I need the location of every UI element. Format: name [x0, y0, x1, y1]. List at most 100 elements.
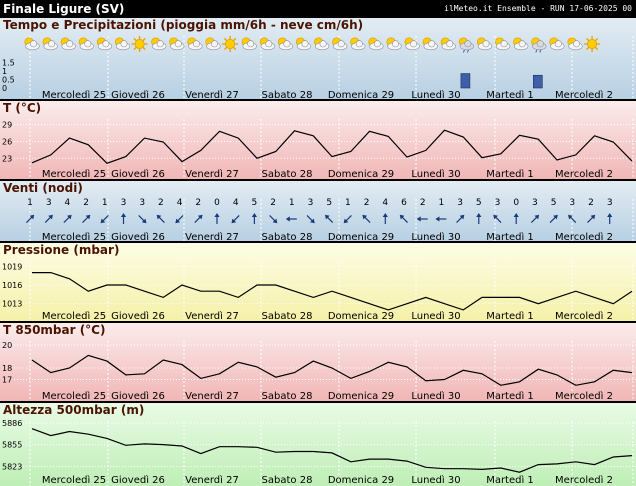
day-label: Venerdì 27 — [185, 231, 239, 241]
y-tick-label: 18 — [2, 364, 12, 373]
wind-speed-label: 5 — [551, 198, 557, 208]
wind-speed-label: 3 — [121, 198, 127, 208]
day-label: Venerdì 27 — [185, 390, 239, 401]
sunny-icon — [131, 36, 148, 52]
day-label: Giovedì 26 — [111, 89, 165, 99]
wind-speed-label: 3 — [308, 198, 314, 208]
precip-panel: 1.5 1 0.5 0 Mercoledì 25 Giovedì 26 Venerdì 27… — [0, 18, 636, 99]
y-tick-label: 5823 — [2, 463, 22, 472]
wind-speed-label: 5 — [252, 198, 258, 208]
day-label: Mercoledì 2 — [555, 390, 613, 401]
wind-speed-label: 2 — [420, 198, 426, 208]
location-title: Finale Ligure (SV) — [3, 2, 125, 16]
wind-speed-label: 1 — [289, 198, 295, 208]
day-label: Giovedì 26 — [111, 168, 165, 179]
sunny-icon — [584, 36, 601, 52]
wind-speed-label: 2 — [364, 198, 370, 208]
day-label: Giovedì 26 — [111, 390, 165, 401]
y-tick-label: 17 — [2, 376, 12, 385]
day-label: Giovedì 26 — [111, 474, 165, 486]
precip-bar — [532, 74, 543, 89]
y-tick-label: 26 — [2, 137, 12, 146]
day-label: Mercoledì 25 — [42, 89, 106, 99]
day-label: Lunedì 30 — [411, 310, 460, 321]
day-label: Lunedì 30 — [411, 89, 460, 99]
day-label: Lunedì 30 — [411, 231, 460, 241]
wind-speed-label: 5 — [476, 198, 482, 208]
day-label: Venerdì 27 — [185, 310, 239, 321]
wind-chart: Mercoledì 25 Giovedì 26 Venerdì 27 Sabato 2… — [0, 181, 636, 241]
wind-speed-label: 1 — [102, 198, 108, 208]
temperature-chart: 29 26 23 Mercoledì 25 Giovedì 26 Venerdì 27 Sa… — [0, 101, 636, 179]
wind-panel: Mercoledì 25 Giovedì 26 Venerdì 27 Sabato 2… — [0, 181, 636, 241]
wind-speed-label: 2 — [270, 198, 276, 208]
wind-speed-label: 4 — [177, 198, 183, 208]
wind-speed-label: 4 — [65, 198, 71, 208]
wind-speed-label: 5 — [326, 198, 332, 208]
wind-speed-label: 1 — [439, 198, 445, 208]
temperature-panel: 29 26 23 Mercoledì 25 Giovedì 26 Venerdì 27 Sa… — [0, 101, 636, 179]
y-tick-label: 1016 — [2, 281, 22, 290]
precip-title: Tempo e Precipitazioni (pioggia mm/6h - … — [3, 18, 364, 32]
day-label: Sabato 28 — [262, 232, 313, 241]
day-label: Martedì 1 — [486, 89, 534, 99]
day-label: Martedì 1 — [486, 390, 534, 401]
day-label: Sabato 28 — [262, 169, 313, 179]
day-label: Sabato 28 — [262, 475, 313, 486]
wind-speed-label: 3 — [607, 198, 613, 208]
sunny-icon — [222, 36, 239, 52]
y-tick-label: 1013 — [2, 300, 22, 309]
day-label: Mercoledì 2 — [555, 310, 613, 321]
day-label: Mercoledì 2 — [555, 168, 613, 179]
day-label: Domenica 29 — [328, 475, 394, 486]
day-label: Domenica 29 — [328, 90, 394, 99]
wind-speed-label: 6 — [401, 198, 407, 208]
day-label: Martedì 1 — [486, 474, 534, 486]
day-label: Domenica 29 — [328, 169, 394, 179]
day-label: Martedì 1 — [486, 168, 534, 179]
z500-panel: 5886 5855 5823 Mercoledì 25 Giovedì 26 Venerd… — [0, 403, 636, 486]
wind-speed-label: 2 — [195, 198, 201, 208]
wind-speed-label: 0 — [214, 198, 220, 208]
day-label: Domenica 29 — [328, 391, 394, 401]
day-label: Domenica 29 — [328, 311, 394, 321]
day-label: Mercoledì 25 — [42, 168, 106, 179]
y-tick-label: 23 — [2, 154, 12, 163]
header-bar: Finale Ligure (SV) ilMeteo.it Ensemble -… — [0, 0, 636, 18]
wind-speed-label: 3 — [495, 198, 501, 208]
wind-title: Venti (nodi) — [3, 181, 83, 195]
wind-speed-label: 3 — [569, 198, 575, 208]
wind-speed-label: 1 — [345, 198, 351, 208]
pressure-panel: 1019 1016 1013 Mercoledì 25 Giovedì 26 Venerd… — [0, 243, 636, 321]
day-label: Lunedì 30 — [411, 474, 460, 486]
day-label: Lunedì 30 — [411, 390, 460, 401]
wind-speed-label: 2 — [158, 198, 164, 208]
y-tick-label: 20 — [2, 341, 12, 350]
t850-panel: 20 18 17 Mercoledì 25 Giovedì 26 Venerdì 27 Sa… — [0, 323, 636, 401]
wind-speed-label: 3 — [457, 198, 463, 208]
y-tick-label: 5855 — [2, 441, 22, 450]
day-label: Giovedì 26 — [111, 310, 165, 321]
wind-speed-label: 2 — [588, 198, 594, 208]
panel-background — [0, 101, 636, 179]
temperature-title: T (°C) — [3, 101, 42, 115]
day-label: Mercoledì 25 — [42, 390, 106, 401]
day-label: Mercoledì 2 — [555, 474, 613, 486]
day-label: Venerdì 27 — [185, 168, 239, 179]
wind-speed-label: 4 — [233, 198, 239, 208]
day-label: Mercoledì 25 — [42, 474, 106, 486]
wind-speed-label: 3 — [46, 198, 52, 208]
day-label: Domenica 29 — [328, 232, 394, 241]
y-tick-label: 29 — [2, 121, 12, 130]
pressure-title: Pressione (mbar) — [3, 243, 120, 257]
wind-speed-label: 1 — [27, 198, 33, 208]
day-label: Mercoledì 25 — [42, 310, 106, 321]
wind-speed-label: 3 — [532, 198, 538, 208]
day-label: Mercoledì 2 — [555, 231, 613, 241]
day-label: Venerdì 27 — [185, 89, 239, 99]
wind-speed-label: 4 — [382, 198, 388, 208]
day-label: Martedì 1 — [486, 231, 534, 241]
day-label: Lunedì 30 — [411, 168, 460, 179]
y-tick-label: 1019 — [2, 262, 22, 271]
wind-speed-label: 2 — [83, 198, 89, 208]
